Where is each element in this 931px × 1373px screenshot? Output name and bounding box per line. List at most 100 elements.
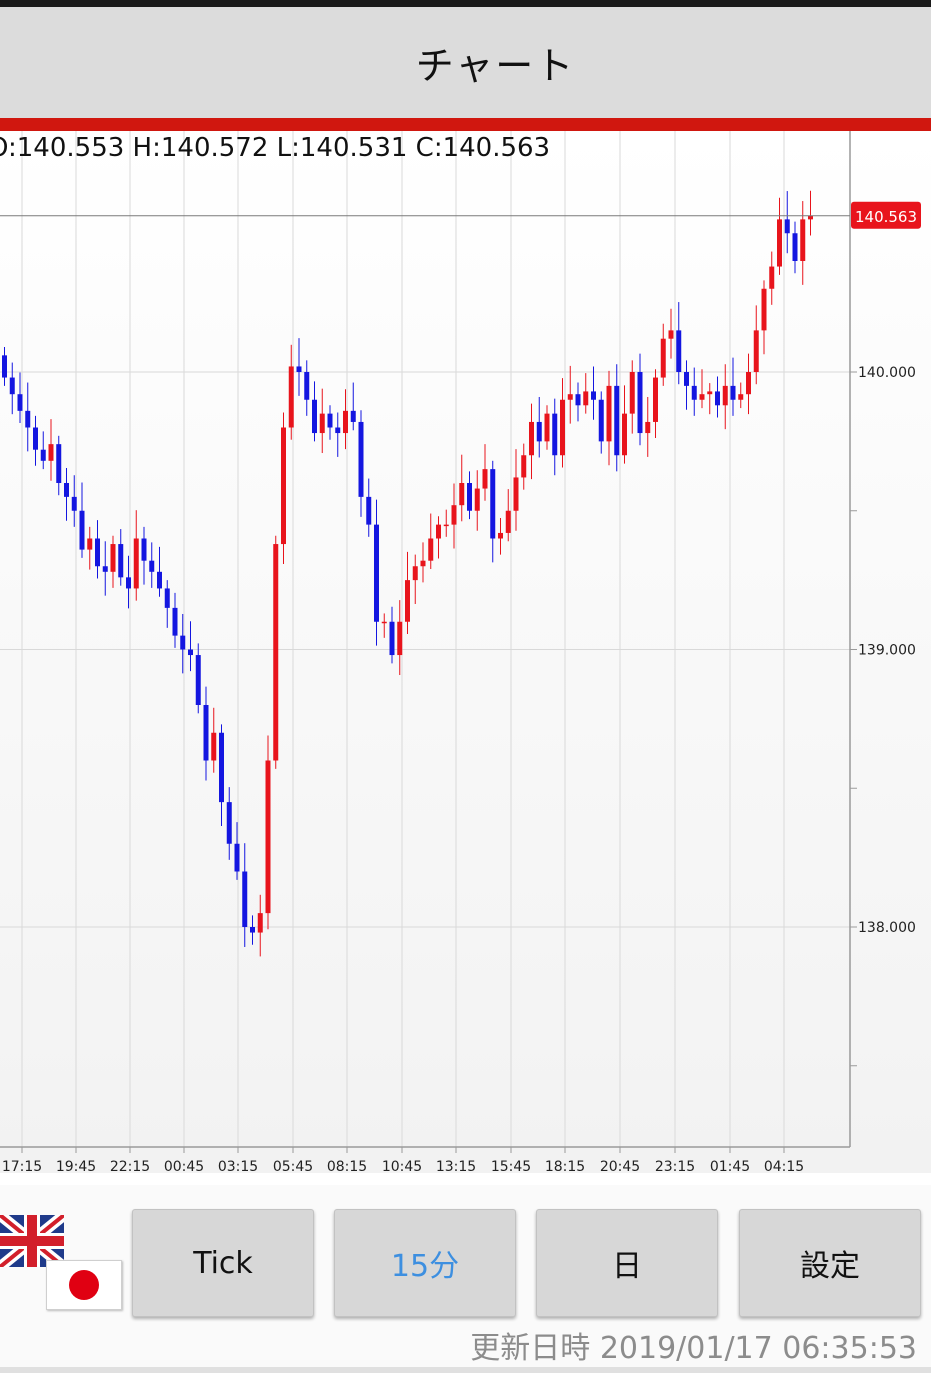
candle-up [397,621,403,656]
candle-down [95,538,100,567]
y-tick-label: 138.000 [858,920,916,936]
y-tick-label: 140.000 [858,365,916,381]
candle-up [257,913,263,933]
candlestick-chart[interactable]: 140.000 139.000 138.000 17:15 19:45 22:15 00:4… [0,131,931,1173]
candle-up [381,621,387,624]
daily-button[interactable]: 日 [536,1209,718,1317]
candle-up [808,215,813,220]
candle-up [288,366,294,428]
candle-down [17,394,23,411]
candle-down [118,544,124,578]
x-tick-label: 01:45 [710,1159,750,1173]
x-tick-label: 23:15 [655,1159,695,1173]
x-tick-label: 22:15 [110,1159,150,1173]
candle-down [552,413,558,456]
candle-down [467,483,472,511]
tick-button[interactable]: Tick [132,1209,314,1317]
last-updated: 更新日時 2019/01/17 06:35:53 [470,1331,917,1366]
candle-up [544,413,550,442]
candle-up [420,560,426,567]
candle-up [722,385,728,406]
candle-down [684,372,689,386]
candle-down [180,635,186,650]
candle-up [699,394,705,400]
candle-down [490,469,496,539]
candle-down [691,385,697,400]
candle-up [521,455,527,478]
candle-up [707,391,713,395]
candle-up [474,488,480,511]
ohlc-readout: O:140.553 H:140.572 L:140.531 C:140.563 [0,133,551,163]
settings-button[interactable]: 設定 [739,1209,921,1317]
candle-down [335,427,341,434]
candle-down [157,571,162,589]
candle-up [513,477,519,511]
candle-down [203,705,209,761]
candle-up [281,427,286,545]
candle-up [405,580,410,622]
candle-down [219,732,224,803]
candle-down [141,538,147,561]
x-tick-label: 05:45 [273,1159,313,1173]
x-tick-label: 10:45 [382,1159,422,1173]
candle-down [226,802,232,844]
x-tick-label: 00:45 [164,1159,204,1173]
candle-up [746,372,751,395]
candle-down [358,421,364,497]
candle-up [48,444,54,461]
candle-down [598,399,604,442]
x-tick-label: 19:45 [56,1159,96,1173]
x-tick-label: 18:15 [545,1159,585,1173]
candle-down [9,377,15,395]
candle-up [451,505,457,525]
candle-down [591,391,596,400]
candle-down [676,330,682,372]
candle-down [389,621,395,656]
accent-band [0,118,931,131]
x-tick-label: 08:15 [327,1159,367,1173]
candle-up [428,538,434,561]
candle-down [2,355,7,378]
candle-up [761,288,767,331]
japan-flag-icon[interactable] [46,1260,122,1310]
candle-up [412,566,418,581]
candle-up [343,410,348,434]
candle-down [304,372,310,400]
candle-down [312,399,317,434]
candle-up [583,391,589,406]
x-tick-label: 20:45 [600,1159,640,1173]
candle-down [25,410,31,428]
candle-down [71,496,77,511]
candle-up [443,524,449,527]
y-tick-label: 139.000 [858,643,916,659]
candle-down [164,588,170,608]
title-bar: チャート [0,7,931,118]
flag-sun [69,1270,99,1300]
candle-up [753,330,759,372]
candle-down [350,410,356,422]
candle-down [575,394,581,406]
candle-down [102,566,108,572]
candle-up [800,219,806,261]
candle-down [536,421,542,442]
candle-down [374,524,379,622]
15min-button[interactable]: 15分 [334,1209,516,1317]
candle-down [250,927,255,933]
candle-down [730,385,736,400]
candle-up [211,732,217,761]
candle-down [195,655,201,705]
candle-up [560,399,565,456]
candle-up [738,394,744,400]
candle-down [56,444,62,483]
candle-down [188,649,193,656]
x-tick-label: 03:15 [218,1159,258,1173]
candle-up [606,385,612,442]
candle-up [319,413,325,434]
candle-up [273,544,279,761]
candle-up [87,538,93,550]
candle-down [172,607,178,636]
current-price-label: 140.563 [855,208,917,226]
candle-down [296,366,302,372]
candle-down [792,233,798,261]
candle-up [529,421,534,456]
